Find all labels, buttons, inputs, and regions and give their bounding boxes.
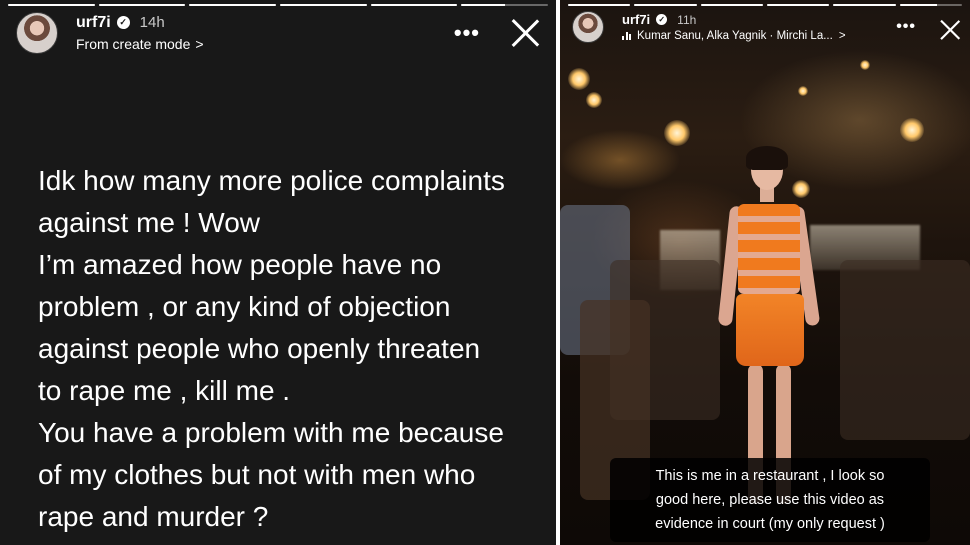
avatar[interactable]: [572, 11, 604, 43]
more-options-icon[interactable]: •••: [454, 22, 480, 44]
progress-segment: [189, 4, 277, 6]
close-icon[interactable]: [939, 19, 955, 35]
progress-segment: [98, 4, 186, 6]
avatar[interactable]: [16, 12, 58, 54]
story-text-panel[interactable]: urf7i ✓ 14h From create mode > ••• Idk h…: [0, 0, 556, 545]
chevron-right-icon: >: [838, 29, 846, 42]
verified-check-icon: ✓: [656, 14, 668, 25]
ceiling-light: [860, 60, 870, 70]
ceiling-light: [798, 86, 808, 96]
chevron-right-icon: >: [195, 35, 204, 52]
username-row: urf7i ✓ 14h: [76, 14, 204, 32]
progress-segment: [8, 4, 95, 6]
progress-segment: [833, 4, 896, 6]
music-bars-icon: [622, 31, 631, 40]
ceiling-light: [586, 92, 602, 108]
story-progress-bars: [8, 4, 549, 7]
more-options-icon[interactable]: •••: [896, 17, 916, 37]
verified-check-icon: ✓: [116, 16, 130, 29]
progress-fill: [899, 4, 938, 6]
source-label: From create mode: [76, 35, 191, 52]
progress-fill: [8, 4, 95, 6]
orange-top: [738, 204, 800, 294]
story-header: urf7i ✓ 11h Kumar Sanu, Alka Yagnik · Mi…: [572, 11, 958, 43]
progress-segment: [568, 4, 631, 6]
progress-segment: [461, 4, 549, 6]
progress-fill: [634, 4, 697, 6]
ceiling-light: [664, 120, 690, 146]
progress-fill: [568, 4, 631, 6]
music-attribution[interactable]: Kumar Sanu, Alka Yagnik · Mirchi La... >: [622, 30, 846, 42]
background-diners: [840, 260, 970, 440]
ceiling-light: [568, 68, 590, 90]
username[interactable]: urf7i: [622, 12, 650, 27]
ceiling-light: [900, 118, 924, 142]
story-header-text: urf7i ✓ 11h Kumar Sanu, Alka Yagnik · Mi…: [622, 12, 846, 42]
story-text: Idk how many more police complaints agai…: [38, 165, 505, 532]
username[interactable]: urf7i: [76, 14, 111, 32]
story-header: urf7i ✓ 14h From create mode > •••: [16, 12, 540, 54]
header-actions: •••: [454, 18, 540, 48]
story-photo-panel[interactable]: urf7i ✓ 11h Kumar Sanu, Alka Yagnik · Mi…: [560, 0, 970, 545]
story-source[interactable]: From create mode >: [76, 35, 204, 53]
progress-segment: [280, 4, 367, 6]
progress-segment: [700, 4, 763, 6]
orange-skirt: [736, 294, 804, 366]
story-time: 14h: [139, 13, 165, 31]
username-row: urf7i ✓ 11h: [622, 12, 846, 27]
progress-fill: [461, 4, 505, 6]
progress-fill: [280, 4, 367, 6]
hair: [746, 146, 788, 170]
progress-segment: [899, 4, 962, 6]
story-progress-bars: [568, 4, 962, 7]
story-caption: This is me in a restaurant , I look so g…: [610, 458, 930, 542]
progress-segment: [634, 4, 697, 6]
progress-segment: [766, 4, 830, 6]
close-icon[interactable]: [510, 18, 540, 48]
progress-fill: [370, 4, 458, 6]
progress-fill: [98, 4, 186, 6]
music-label: Kumar Sanu, Alka Yagnik · Mirchi La...: [637, 29, 833, 42]
progress-fill: [700, 4, 763, 6]
story-time: 11h: [677, 12, 697, 27]
progress-fill: [766, 4, 830, 6]
progress-fill: [189, 4, 277, 6]
screenshot-collage: urf7i ✓ 14h From create mode > ••• Idk h…: [0, 0, 970, 545]
progress-segment: [370, 4, 458, 6]
header-actions: •••: [896, 16, 958, 38]
progress-fill: [833, 4, 896, 6]
story-header-text: urf7i ✓ 14h From create mode >: [76, 14, 204, 53]
